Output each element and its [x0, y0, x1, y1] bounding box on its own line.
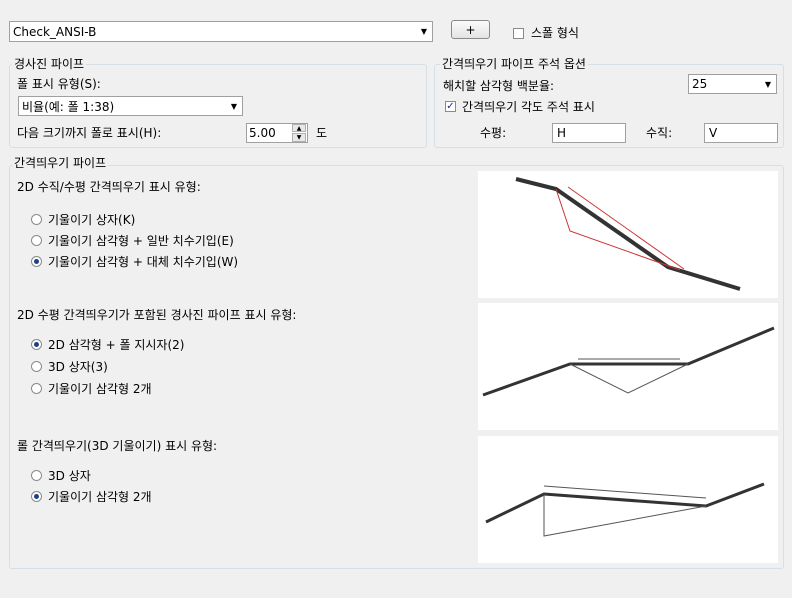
radio-label: 기울이기 상자(K): [48, 213, 136, 227]
radio-label: 기울이기 삼각형 + 일반 치수기입(E): [48, 234, 234, 248]
show-until-value: 5.00: [249, 126, 276, 140]
radio-indicator: [31, 256, 42, 267]
radio-skew-box[interactable]: 기울이기 상자(K): [31, 211, 135, 228]
radio-indicator: [31, 339, 42, 350]
radio-indicator: [31, 214, 42, 225]
angle-annotation-checkbox[interactable]: ✓: [445, 101, 456, 112]
add-button-label: +: [465, 22, 476, 37]
section2-label: 2D 수평 간격띄우기가 포함된 경사진 파이프 표시 유형:: [17, 308, 297, 322]
vertical-label: 수직:: [646, 126, 673, 140]
radio-roll-two-skew-triangles[interactable]: 기울이기 삼각형 2개: [31, 488, 152, 505]
radio-skew-triangle-normal[interactable]: 기울이기 삼각형 + 일반 치수기입(E): [31, 232, 234, 249]
hatch-percent-label: 해치할 삼각형 백분율:: [443, 79, 555, 93]
horizontal-value: H: [557, 126, 567, 140]
slope-display-type-combo[interactable]: 비율(예: 폴 1:38) ▼: [18, 96, 243, 116]
vertical-input[interactable]: V: [704, 123, 778, 143]
section1-label: 2D 수직/수평 간격띄우기 표시 유형:: [17, 180, 201, 194]
radio-label: 기울이기 삼각형 2개: [48, 490, 152, 504]
chevron-down-icon: ▼: [230, 101, 238, 111]
chevron-down-icon: ▼: [764, 79, 772, 89]
radio-roll-3d-box[interactable]: 3D 상자: [31, 467, 91, 484]
slope-display-type-value: 비율(예: 폴 1:38): [22, 99, 115, 114]
hatch-percent-combo[interactable]: 25 ▼: [688, 74, 777, 94]
radio-2d-triangle-slope[interactable]: 2D 삼각형 + 폴 지시자(2): [31, 336, 184, 353]
style-format-label: 스폴 형식: [531, 26, 579, 40]
preview-image-offset-2d: [478, 171, 778, 298]
preview-diagram-3: [485, 482, 765, 537]
radio-indicator: [31, 470, 42, 481]
hatch-percent-value: 25: [692, 77, 708, 91]
preview-diagram-1: [515, 177, 741, 291]
radio-label: 기울이기 삼각형 2개: [48, 382, 152, 396]
annotation-options-title: 간격띄우기 파이프 주석 옵션: [440, 55, 588, 72]
spinner-up-icon[interactable]: ▲: [292, 124, 306, 132]
slope-display-type-label: 폴 표시 유형(S):: [17, 77, 101, 91]
radio-indicator: [31, 383, 42, 394]
degree-unit-label: 도: [316, 126, 328, 140]
horizontal-label: 수평:: [480, 126, 507, 140]
chevron-down-icon: ▼: [420, 27, 428, 36]
sloped-pipe-title: 경사진 파이프: [12, 55, 87, 72]
vertical-value: V: [709, 126, 718, 140]
radio-indicator: [31, 361, 42, 372]
style-combo-value: Check_ANSI-B: [13, 24, 97, 39]
add-style-button[interactable]: +: [451, 20, 490, 39]
preview-image-roll: [478, 436, 778, 563]
radio-label: 3D 상자: [48, 469, 91, 483]
style-format-checkbox[interactable]: [513, 28, 524, 39]
radio-skew-triangle-alternate[interactable]: 기울이기 삼각형 + 대체 치수기입(W): [31, 253, 238, 270]
offset-pipe-title: 간격띄우기 파이프: [12, 154, 109, 171]
preview-diagram-2: [482, 326, 775, 397]
radio-label: 기울이기 삼각형 + 대체 치수기입(W): [48, 255, 239, 269]
horizontal-input[interactable]: H: [552, 123, 626, 143]
radio-indicator: [31, 491, 42, 502]
radio-two-skew-triangles[interactable]: 기울이기 삼각형 2개: [31, 380, 152, 397]
radio-3d-box[interactable]: 3D 상자(3): [31, 358, 108, 375]
style-combo[interactable]: Check_ANSI-B ▼: [9, 21, 433, 42]
preview-image-sloped-2d: [478, 303, 778, 430]
radio-label: 2D 삼각형 + 폴 지시자(2): [48, 338, 185, 352]
spinner-down-icon[interactable]: ▼: [292, 133, 306, 142]
radio-indicator: [31, 235, 42, 246]
angle-annotation-label: 간격띄우기 각도 주석 표시: [462, 100, 595, 114]
section3-label: 롤 간격띄우기(3D 기울이기) 표시 유형:: [17, 439, 218, 453]
show-until-label: 다음 크기까지 폴로 표시(H):: [17, 126, 162, 140]
radio-label: 3D 상자(3): [48, 360, 108, 374]
